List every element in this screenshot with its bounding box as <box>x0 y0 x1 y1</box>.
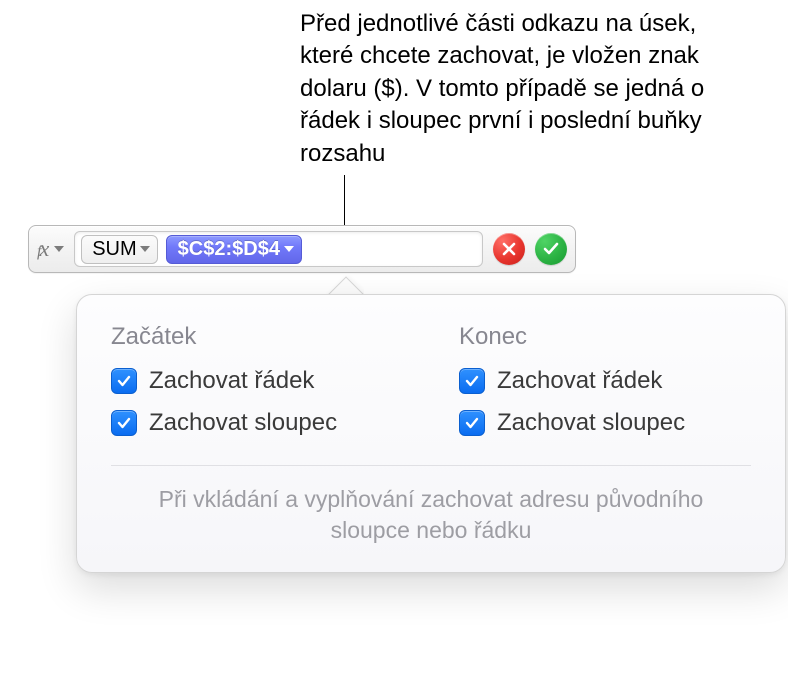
start-preserve-row[interactable]: Zachovat řádek <box>111 367 403 395</box>
close-icon <box>502 242 516 256</box>
annotation-leader-line <box>344 175 345 227</box>
fx-icon: fx <box>37 236 49 262</box>
fx-menu[interactable]: fx <box>37 236 64 262</box>
start-column: Začátek Zachovat řádek Zachovat sloupec <box>111 323 403 451</box>
chevron-down-icon <box>140 246 150 252</box>
checkbox-checked-icon <box>111 410 137 436</box>
checkbox-label: Zachovat řádek <box>149 367 314 395</box>
start-preserve-column[interactable]: Zachovat sloupec <box>111 409 403 437</box>
checkbox-checked-icon <box>111 368 137 394</box>
end-heading: Konec <box>459 323 751 351</box>
function-token[interactable]: SUM <box>81 235 157 264</box>
divider <box>111 465 751 466</box>
start-heading: Začátek <box>111 323 403 351</box>
checkbox-label: Zachovat sloupec <box>497 409 685 437</box>
checkbox-checked-icon <box>459 368 485 394</box>
popover-hint: Při vkládání a vyplňování zachovat adres… <box>111 484 751 546</box>
chevron-down-icon <box>284 246 294 252</box>
check-icon <box>543 242 559 256</box>
cancel-button[interactable] <box>493 233 525 265</box>
end-preserve-row[interactable]: Zachovat řádek <box>459 367 751 395</box>
chevron-down-icon <box>54 246 64 252</box>
function-name: SUM <box>92 238 136 261</box>
annotation-text: Před jednotlivé části odkazu na úsek, kt… <box>300 8 748 170</box>
end-column: Konec Zachovat řádek Zachovat sloupec <box>459 323 751 451</box>
checkbox-label: Zachovat sloupec <box>149 409 337 437</box>
end-preserve-column[interactable]: Zachovat sloupec <box>459 409 751 437</box>
preserve-reference-popover: Začátek Zachovat řádek Zachovat sloupec … <box>76 294 786 573</box>
checkbox-checked-icon <box>459 410 485 436</box>
formula-bar: fx SUM $C$2:$D$4 <box>28 225 576 273</box>
formula-field[interactable]: SUM $C$2:$D$4 <box>74 231 483 267</box>
reference-text: $C$2:$D$4 <box>178 238 280 261</box>
confirm-button[interactable] <box>535 233 567 265</box>
reference-token[interactable]: $C$2:$D$4 <box>166 235 302 264</box>
checkbox-label: Zachovat řádek <box>497 367 662 395</box>
